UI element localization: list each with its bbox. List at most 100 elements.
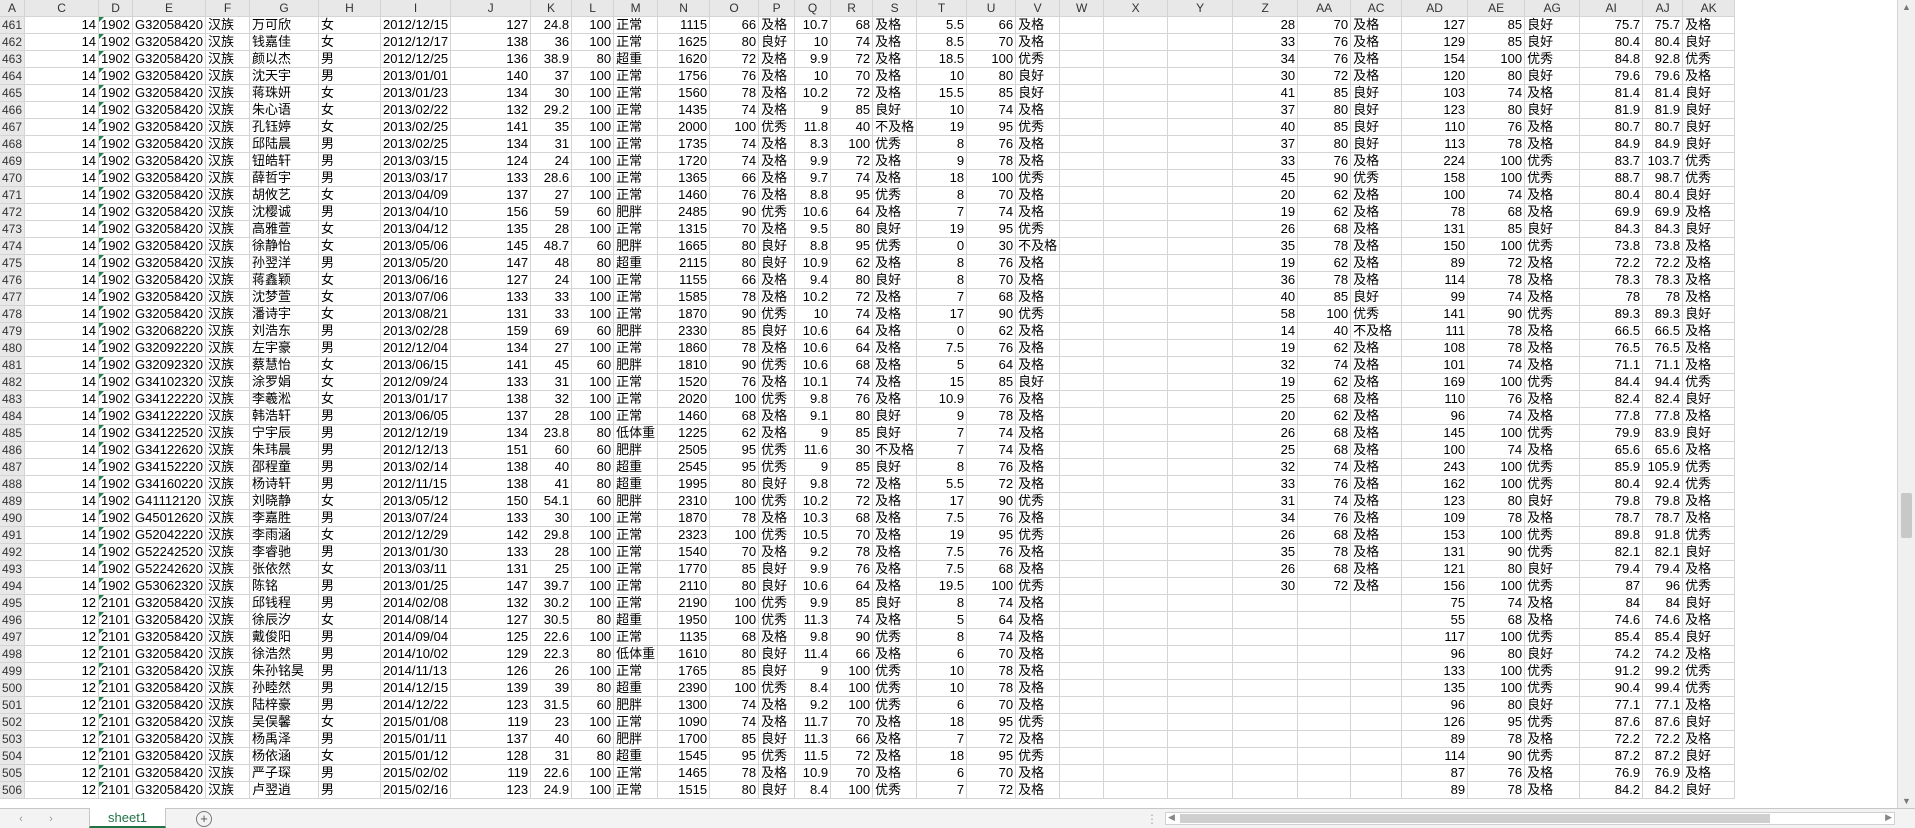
cell-y[interactable]: [1167, 33, 1234, 51]
cell-p[interactable]: 及格: [758, 373, 796, 391]
cell-m[interactable]: 正常: [613, 84, 659, 102]
cell-y[interactable]: [1167, 594, 1234, 612]
cell-u[interactable]: 30: [966, 237, 1017, 255]
cell-ak[interactable]: 及格: [1682, 560, 1736, 578]
column-header-r[interactable]: R: [830, 0, 874, 17]
cell-ai[interactable]: 82.4: [1579, 390, 1644, 408]
cell-t[interactable]: 19.5: [916, 577, 968, 595]
cell-s[interactable]: 优秀: [872, 186, 918, 204]
cell-u[interactable]: 70: [966, 764, 1017, 782]
cell-q[interactable]: 10.6: [794, 322, 832, 340]
cell-m[interactable]: 正常: [613, 288, 659, 306]
cell-u[interactable]: 70: [966, 33, 1017, 51]
cell-j[interactable]: 132: [450, 101, 532, 119]
cell-i[interactable]: 2015/01/12: [380, 747, 452, 765]
cell-p[interactable]: 及格: [758, 407, 796, 425]
cell-ai[interactable]: 85.9: [1579, 458, 1644, 476]
row-header[interactable]: 484: [0, 407, 26, 425]
cell-n[interactable]: 1135: [657, 628, 711, 646]
cell-u[interactable]: 72: [966, 730, 1017, 748]
cell-ad[interactable]: 89: [1401, 781, 1469, 799]
cell-g[interactable]: 徐静怡: [249, 237, 319, 255]
cell-i[interactable]: 2012/12/17: [380, 33, 452, 51]
cell-c[interactable]: 14: [24, 577, 100, 595]
cell-w[interactable]: [1059, 764, 1105, 782]
cell-w[interactable]: [1059, 254, 1105, 272]
cell-m[interactable]: 正常: [613, 271, 659, 289]
scroll-left-icon[interactable]: ◀: [1168, 812, 1175, 823]
cell-j[interactable]: 135: [450, 220, 532, 238]
cell-h[interactable]: 男: [318, 441, 381, 459]
cell-n[interactable]: 2310: [657, 492, 711, 510]
cell-e[interactable]: G53062320: [132, 577, 206, 595]
cell-ak[interactable]: 及格: [1682, 356, 1736, 374]
cell-z[interactable]: 33: [1232, 475, 1299, 493]
cell-ak[interactable]: 良好: [1682, 781, 1736, 799]
cell-aj[interactable]: 84.3: [1642, 220, 1684, 238]
cell-o[interactable]: 85: [709, 730, 760, 748]
cell-q[interactable]: 9.2: [794, 696, 832, 714]
cell-x[interactable]: [1103, 288, 1169, 306]
cell-f[interactable]: 汉族: [205, 67, 250, 85]
cell-j[interactable]: 123: [450, 781, 532, 799]
cell-u[interactable]: 68: [966, 288, 1017, 306]
cell-ai[interactable]: 80.4: [1579, 33, 1644, 51]
row-header[interactable]: 461: [0, 16, 26, 34]
cell-y[interactable]: [1167, 713, 1234, 731]
cell-p[interactable]: 及格: [758, 271, 796, 289]
cell-h[interactable]: 女: [318, 390, 381, 408]
cell-x[interactable]: [1103, 441, 1169, 459]
cell-u[interactable]: 74: [966, 203, 1017, 221]
cell-p[interactable]: 良好: [758, 33, 796, 51]
cell-ae[interactable]: 74: [1467, 288, 1526, 306]
cell-k[interactable]: 45: [530, 356, 573, 374]
cell-j[interactable]: 137: [450, 407, 532, 425]
cell-ad[interactable]: 153: [1401, 526, 1469, 544]
cell-v[interactable]: 及格: [1015, 764, 1061, 782]
cell-i[interactable]: 2013/01/23: [380, 84, 452, 102]
cell-s[interactable]: 不及格: [872, 441, 918, 459]
cell-ak[interactable]: 良好: [1682, 84, 1736, 102]
cell-ac[interactable]: 优秀: [1350, 169, 1403, 187]
cell-x[interactable]: [1103, 662, 1169, 680]
cell-t[interactable]: 10.9: [916, 390, 968, 408]
cell-o[interactable]: 95: [709, 441, 760, 459]
cell-c[interactable]: 14: [24, 441, 100, 459]
cell-j[interactable]: 131: [450, 305, 532, 323]
cell-d[interactable]: 1902: [98, 220, 134, 238]
cell-ad[interactable]: 126: [1401, 713, 1469, 731]
cell-p[interactable]: 及格: [758, 509, 796, 527]
cell-o[interactable]: 76: [709, 186, 760, 204]
cell-v[interactable]: 不及格: [1015, 237, 1061, 255]
cell-ad[interactable]: 100: [1401, 441, 1469, 459]
cell-z[interactable]: [1232, 781, 1299, 799]
cell-o[interactable]: 62: [709, 424, 760, 442]
cell-ad[interactable]: 114: [1401, 747, 1469, 765]
cell-n[interactable]: 1465: [657, 764, 711, 782]
cell-o[interactable]: 80: [709, 475, 760, 493]
cell-m[interactable]: 超重: [613, 747, 659, 765]
cell-ac[interactable]: [1350, 628, 1403, 646]
cell-l[interactable]: 100: [571, 305, 615, 323]
cell-ac[interactable]: 及格: [1350, 390, 1403, 408]
cell-d[interactable]: 2101: [98, 713, 134, 731]
cell-f[interactable]: 汉族: [205, 271, 250, 289]
cell-h[interactable]: 男: [318, 509, 381, 527]
column-header-ag[interactable]: AG: [1524, 0, 1581, 17]
cell-d[interactable]: 2101: [98, 696, 134, 714]
cell-w[interactable]: [1059, 509, 1105, 527]
cell-ai[interactable]: 74.2: [1579, 645, 1644, 663]
column-header-ad[interactable]: AD: [1401, 0, 1469, 17]
cell-n[interactable]: 2000: [657, 118, 711, 136]
cell-ac[interactable]: 良好: [1350, 101, 1403, 119]
cell-w[interactable]: [1059, 611, 1105, 629]
cell-z[interactable]: 41: [1232, 84, 1299, 102]
cell-aa[interactable]: 62: [1297, 339, 1352, 357]
cell-o[interactable]: 80: [709, 577, 760, 595]
cell-e[interactable]: G45012620: [132, 509, 206, 527]
row-header[interactable]: 480: [0, 339, 26, 357]
cell-i[interactable]: 2013/07/06: [380, 288, 452, 306]
horizontal-scrollbar[interactable]: ◀ ▶: [1165, 812, 1895, 825]
cell-k[interactable]: 41: [530, 475, 573, 493]
cell-k[interactable]: 40: [530, 458, 573, 476]
